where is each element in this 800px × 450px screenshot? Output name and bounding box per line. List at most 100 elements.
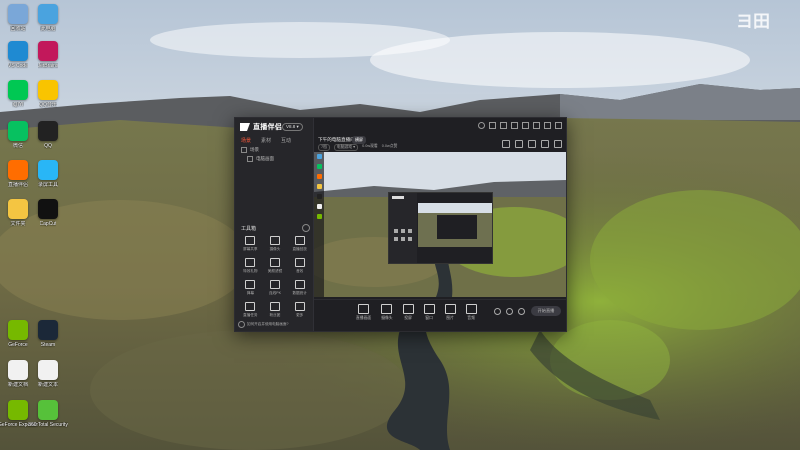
tool-item[interactable]: 数据统计 xyxy=(287,280,312,296)
tool-item[interactable]: 屏幕共享 xyxy=(238,236,263,252)
source-toolbar: 直播画面 摄像头 投屏 窗口 图片 音频 开始直播 xyxy=(314,299,566,331)
minimize-icon[interactable] xyxy=(533,122,540,129)
tool-item[interactable]: 直播任务 xyxy=(238,302,263,318)
desktop-shortcut[interactable]: QQ xyxy=(32,121,64,149)
desktop-shortcut[interactable]: 360 Total Security xyxy=(28,400,68,428)
tool-item[interactable]: 直播回放 xyxy=(287,236,312,252)
window-icon xyxy=(423,304,435,314)
grid-icon[interactable] xyxy=(528,140,536,148)
recycle-bin-icon xyxy=(8,4,28,24)
room-title[interactable]: 下午的电脑直播间 xyxy=(318,137,355,143)
app-logo: 直播伴侣 xyxy=(240,122,282,132)
computer-icon xyxy=(38,4,58,24)
desktop-shortcut[interactable]: 新建文本 xyxy=(32,360,64,388)
desktop-shortcut[interactable]: 回收站 xyxy=(2,4,34,32)
tool-item[interactable]: 摄像头 xyxy=(263,236,288,252)
desktop-shortcut-label: 360 Total Security xyxy=(28,422,68,428)
camera-icon xyxy=(381,304,393,314)
delete-icon[interactable] xyxy=(502,140,510,148)
fullscreen-icon[interactable] xyxy=(541,140,549,148)
scene-source-item[interactable]: 电脑画面 xyxy=(247,156,274,162)
desktop-shortcut-label: GeForce xyxy=(8,342,28,348)
desktop-shortcut-label: JetBrains xyxy=(37,63,59,69)
checkbox-icon[interactable] xyxy=(241,147,247,153)
category-select[interactable]: 电脑游戏 ▾ xyxy=(333,144,359,151)
tool-item[interactable]: 连线PK xyxy=(263,280,288,296)
sidebar-tabs: 场景 素材 互动 xyxy=(241,137,291,144)
audio-tools xyxy=(494,308,525,315)
layout-icon[interactable] xyxy=(515,140,523,148)
desktop-shortcut[interactable]: Steam xyxy=(32,320,64,348)
desktop-shortcut[interactable]: JetBrains xyxy=(32,41,64,69)
scene-item[interactable]: 场景 xyxy=(241,147,259,153)
tool-item[interactable]: 美颜滤镜 xyxy=(263,258,288,274)
desktop-shortcut[interactable]: QQ音乐 xyxy=(32,80,64,108)
tool-item[interactable]: 粉丝团 xyxy=(263,302,288,318)
desktop-shortcut[interactable]: 文件夹 xyxy=(2,199,34,227)
desktop-shortcut-label: CapCut xyxy=(39,221,57,227)
maximize-icon[interactable] xyxy=(544,122,551,129)
preview-desktop-icons xyxy=(314,152,324,297)
tool-item[interactable]: 特效礼物 xyxy=(238,258,263,274)
desktop-shortcut-label: 微信 xyxy=(12,143,23,149)
desktop-shortcut[interactable]: 微信 xyxy=(2,121,34,149)
camera-icon xyxy=(269,236,280,245)
version-badge[interactable]: V8.8 ▾ xyxy=(282,123,303,131)
add-source-button[interactable]: 图片 xyxy=(444,304,456,321)
add-source-button[interactable]: 投屏 xyxy=(402,304,414,321)
desktop-shortcut[interactable]: iQIYI xyxy=(2,80,34,108)
mail-icon[interactable] xyxy=(489,122,496,129)
mini-icon xyxy=(316,204,322,209)
menu-icon[interactable] xyxy=(522,122,529,129)
tool-label: 特效礼物 xyxy=(243,269,258,273)
geforce-icon xyxy=(8,320,28,340)
tool-item[interactable]: 弹幕 xyxy=(238,280,263,296)
cast-icon xyxy=(402,304,414,314)
close-icon[interactable] xyxy=(555,122,562,129)
tab-scene[interactable]: 场景 xyxy=(241,137,251,144)
live-preview[interactable] xyxy=(314,152,566,297)
mic-icon[interactable] xyxy=(494,308,501,315)
skin-icon[interactable] xyxy=(511,122,518,129)
vscode-icon xyxy=(8,41,28,61)
monitor-icon xyxy=(247,156,253,162)
speaker-icon[interactable] xyxy=(506,308,513,315)
nvidia-icon xyxy=(8,400,28,420)
app-sidebar: 直播伴侣 V8.8 ▾ 场景 素材 互动 场景 电脑画面 工具箱 屏幕共享 摄像头… xyxy=(235,118,314,331)
tab-interaction[interactable]: 互动 xyxy=(281,137,291,144)
desktop-shortcut[interactable]: 此电脑 xyxy=(32,4,64,32)
settings-icon[interactable] xyxy=(518,308,525,315)
add-source-button[interactable]: 直播画面 xyxy=(356,304,371,321)
app-main-panel: 下午的电脑直播间 横屏 7档 电脑游戏 ▾ 0.0w观看 0.0w点赞 直播画面… xyxy=(314,118,566,331)
add-source-button[interactable]: 窗口 xyxy=(423,304,435,321)
settings-icon[interactable] xyxy=(500,122,507,129)
pk-icon xyxy=(269,280,280,289)
add-source-button[interactable]: 音频 xyxy=(465,304,477,321)
tab-material[interactable]: 素材 xyxy=(261,137,271,144)
source-button-label: 音频 xyxy=(467,316,475,320)
desktop-shortcut[interactable]: 新建文档 xyxy=(2,360,34,388)
desktop-shortcut[interactable]: VS Code xyxy=(2,41,34,69)
desktop-shortcut-label: 此电脑 xyxy=(40,26,56,32)
desktop-shortcut[interactable]: 直播伴侣 xyxy=(2,160,34,188)
tool-item[interactable]: 更多 xyxy=(287,302,312,318)
desktop-shortcut[interactable]: CapCut xyxy=(32,199,64,227)
live-streaming-app-window[interactable]: 直播伴侣 V8.8 ▾ 场景 素材 互动 场景 电脑画面 工具箱 屏幕共享 摄像头… xyxy=(234,117,567,332)
tool-item[interactable]: 音效 xyxy=(287,258,312,274)
orientation-badge[interactable]: 横屏 xyxy=(352,136,366,144)
capcut-icon xyxy=(38,199,58,219)
desktop-shortcut-label: 直播伴侣 xyxy=(7,182,28,188)
desktop-shortcut[interactable]: GeForce xyxy=(2,320,34,348)
qq-icon xyxy=(38,121,58,141)
source-button-label: 直播画面 xyxy=(356,316,372,320)
steam-icon xyxy=(38,320,58,340)
avatar-icon[interactable] xyxy=(478,122,485,129)
help-link[interactable]: 如何开启并使用电脑画面? xyxy=(238,321,289,328)
tool-label: 音效 xyxy=(296,269,304,273)
toolbox-settings-icon[interactable] xyxy=(302,224,310,232)
start-live-button[interactable]: 开始直播 xyxy=(531,306,561,316)
desktop-shortcut[interactable]: 录屏工具 xyxy=(32,160,64,188)
add-source-button[interactable]: 摄像头 xyxy=(381,304,393,321)
toolbox-grid: 屏幕共享 摄像头 直播回放特效礼物 美颜滤镜 音效弹幕 连线PK 数据统计直播任务 粉丝团 更多 xyxy=(238,236,312,318)
share-icon[interactable] xyxy=(554,140,562,148)
